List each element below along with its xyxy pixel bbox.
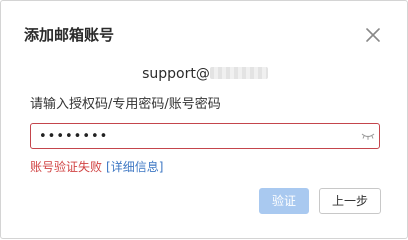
details-link[interactable]: [详细信息] <box>106 160 163 174</box>
email-domain-masked <box>209 67 268 79</box>
add-email-account-dialog: 添加邮箱账号 support@ 请输入授权码/专用密码/账号密码 账号验证失败[… <box>0 0 408 239</box>
password-field[interactable] <box>30 123 380 149</box>
error-message: 账号验证失败 <box>30 160 103 174</box>
previous-step-button[interactable]: 上一步 <box>319 188 381 214</box>
error-message-row: 账号验证失败 [详细信息] <box>30 159 163 175</box>
password-input[interactable] <box>39 126 339 146</box>
close-icon[interactable] <box>365 27 381 43</box>
dialog-title: 添加邮箱账号 <box>24 26 115 44</box>
account-email-prefix: support@ <box>142 66 210 82</box>
account-email: support@ <box>1 65 408 83</box>
verify-button[interactable]: 验证 <box>259 188 309 214</box>
eye-closed-icon[interactable] <box>361 131 375 141</box>
password-prompt-label: 请输入授权码/专用密码/账号密码 <box>30 97 221 112</box>
